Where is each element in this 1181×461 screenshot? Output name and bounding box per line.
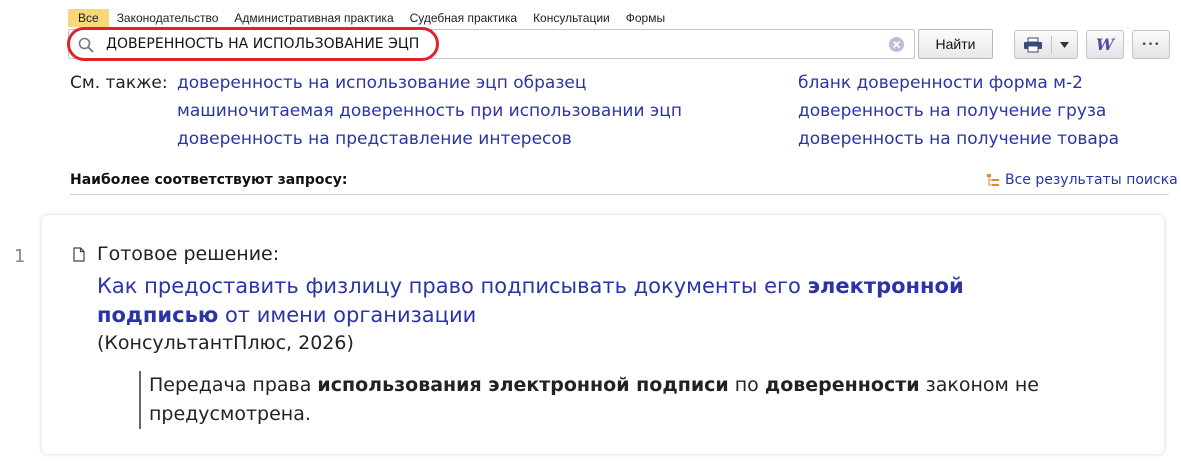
tab-legislation[interactable]: Законодательство — [109, 9, 227, 27]
more-button[interactable]: ••• — [1132, 30, 1170, 59]
result-source: (КонсультантПлюс, 2026) — [97, 332, 354, 354]
search-icon — [78, 37, 94, 53]
search-query-text[interactable]: ДОВЕРЕННОСТЬ НА ИСПОЛЬЗОВАНИЕ ЭЦП — [106, 36, 419, 52]
more-icon: ••• — [1141, 39, 1161, 50]
print-button-group[interactable] — [1014, 30, 1078, 59]
print-icon[interactable] — [1023, 37, 1043, 53]
see-also-link[interactable]: доверенность на получение товара — [798, 129, 1119, 149]
export-word-button[interactable]: W — [1086, 30, 1124, 59]
title-text[interactable]: Как предоставить физлицу право подписыва… — [97, 274, 808, 298]
all-results-link[interactable]: Все результаты поиска — [987, 172, 1178, 188]
see-also-link[interactable]: доверенность на представление интересов — [177, 129, 572, 149]
see-also-label: См. также: — [70, 73, 168, 93]
snippet-text: Передача права — [149, 374, 318, 396]
divider — [70, 194, 1169, 195]
tab-consultations[interactable]: Консультации — [525, 9, 618, 27]
best-match-heading: Наиболее соответствуют запросу: — [70, 172, 348, 188]
result-snippet: Передача права использования электронной… — [139, 371, 1109, 429]
tab-court-practice[interactable]: Судебная практика — [402, 9, 525, 27]
tree-list-icon — [987, 173, 999, 186]
title-text[interactable]: от имени организации — [218, 303, 476, 327]
chevron-down-icon[interactable] — [1060, 41, 1069, 48]
result-type: Готовое решение: — [97, 243, 280, 265]
find-button[interactable]: Найти — [918, 29, 993, 59]
tab-forms[interactable]: Формы — [618, 9, 673, 27]
tab-admin-practice[interactable]: Административная практика — [226, 9, 401, 27]
result-number: 1 — [14, 246, 26, 267]
snippet-highlight: доверенности — [764, 374, 920, 396]
tab-all[interactable]: Все — [68, 9, 109, 27]
see-also-link[interactable]: машиночитаемая доверенность при использо… — [177, 101, 682, 121]
search-input[interactable]: ДОВЕРЕННОСТЬ НА ИСПОЛЬЗОВАНИЕ ЭЦП — [68, 29, 915, 59]
document-icon — [73, 247, 85, 262]
search-scope-tabs: Все Законодательство Административная пр… — [68, 9, 673, 27]
result-title-link[interactable]: Как предоставить физлицу право подписыва… — [97, 272, 977, 330]
see-also-link[interactable]: бланк доверенности форма м-2 — [798, 73, 1083, 93]
snippet-highlight: использования электронной подписи — [317, 374, 729, 396]
clear-icon[interactable] — [888, 36, 905, 53]
see-also-link[interactable]: доверенность на получение груза — [798, 101, 1106, 121]
snippet-text: по — [728, 374, 765, 396]
see-also-link[interactable]: доверенность на использование эцп образе… — [177, 73, 586, 93]
all-results-label[interactable]: Все результаты поиска — [1005, 172, 1178, 188]
word-icon: W — [1096, 35, 1114, 54]
